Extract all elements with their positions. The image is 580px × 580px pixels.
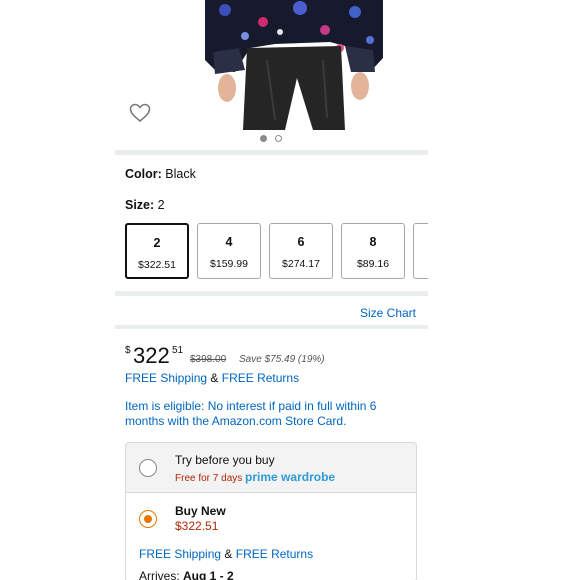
size-tile-6[interactable]: 6 $274.17: [269, 223, 333, 279]
size-selector: Size: 2: [125, 198, 165, 212]
size-tile-8[interactable]: 8 $89.16: [341, 223, 405, 279]
color-value: Black: [165, 167, 196, 181]
size-tile-size: 8: [369, 235, 377, 249]
product-image[interactable]: [205, 0, 383, 130]
size-tile-price: $89.16: [356, 258, 390, 270]
arrives-label: Arrives:: [139, 569, 180, 580]
ampersand: &: [210, 371, 219, 385]
size-tile-size: 2: [153, 236, 161, 250]
heart-icon[interactable]: [129, 103, 151, 123]
free-returns-link[interactable]: FREE Returns: [222, 371, 299, 385]
list-price: $398.00: [190, 354, 227, 365]
size-label: Size:: [125, 198, 155, 212]
size-tile-price: $159.99: [210, 258, 248, 270]
price-fraction: 51: [172, 345, 184, 356]
size-tile-price: $322.51: [138, 259, 176, 271]
purchase-options: Try before you buy Free for 7 days prime…: [125, 442, 417, 580]
try-title: Try before you buy: [175, 453, 275, 467]
color-label: Color:: [125, 167, 162, 181]
size-value: 2: [157, 198, 165, 212]
free-shipping-link[interactable]: FREE Shipping: [139, 547, 221, 561]
product-photo-illustration: [205, 0, 383, 130]
radio-buy-new[interactable]: [139, 510, 157, 528]
divider: [115, 291, 428, 296]
store-card-eligibility-link[interactable]: Item is eligible: No interest if paid in…: [125, 399, 405, 429]
buy-new-title: Buy New: [175, 504, 226, 518]
size-tile-size: 6: [297, 235, 305, 249]
carousel-dot[interactable]: [275, 135, 282, 142]
arrives-date: Aug 1 - 2: [183, 569, 234, 580]
ampersand: &: [224, 547, 233, 561]
buy-new-price: $322.51: [175, 519, 219, 533]
price-currency-symbol: $: [125, 345, 131, 356]
product-detail-page: Color: Black Size: 2 2 $322.51 4 $159.99…: [115, 0, 428, 580]
try-before-you-buy-option[interactable]: Try before you buy Free for 7 days prime…: [126, 443, 416, 493]
size-tile-2[interactable]: 2 $322.51: [125, 223, 189, 279]
try-free-days: Free for 7 days: [175, 473, 243, 484]
size-tile-price: $274.17: [282, 258, 320, 270]
prime-wardrobe-logo: prime wardrobe: [245, 470, 336, 484]
image-carousel-dots: [260, 135, 282, 142]
size-options: 2 $322.51 4 $159.99 6 $274.17 8 $89.16: [125, 223, 428, 279]
buy-shipping-info: FREE Shipping & FREE Returns: [139, 547, 313, 561]
divider: [115, 150, 428, 155]
free-shipping-link[interactable]: FREE Shipping: [125, 371, 207, 385]
color-selector: Color: Black: [125, 167, 196, 181]
size-tile-size: 4: [225, 235, 233, 249]
savings-text: Save $75.49 (19%): [239, 354, 325, 365]
size-tile-4[interactable]: 4 $159.99: [197, 223, 261, 279]
carousel-dot-active[interactable]: [260, 135, 267, 142]
divider: [115, 325, 428, 329]
price-whole: 322: [133, 343, 170, 368]
radio-try-before-you-buy[interactable]: [139, 459, 157, 477]
shipping-info: FREE Shipping & FREE Returns: [125, 371, 299, 385]
free-returns-link[interactable]: FREE Returns: [236, 547, 313, 561]
arrival-estimate: Arrives: Aug 1 - 2: [139, 569, 234, 580]
size-tile-partial[interactable]: [413, 223, 428, 279]
try-subtitle: Free for 7 days prime wardrobe: [175, 470, 335, 484]
size-chart-link[interactable]: Size Chart: [360, 306, 416, 320]
